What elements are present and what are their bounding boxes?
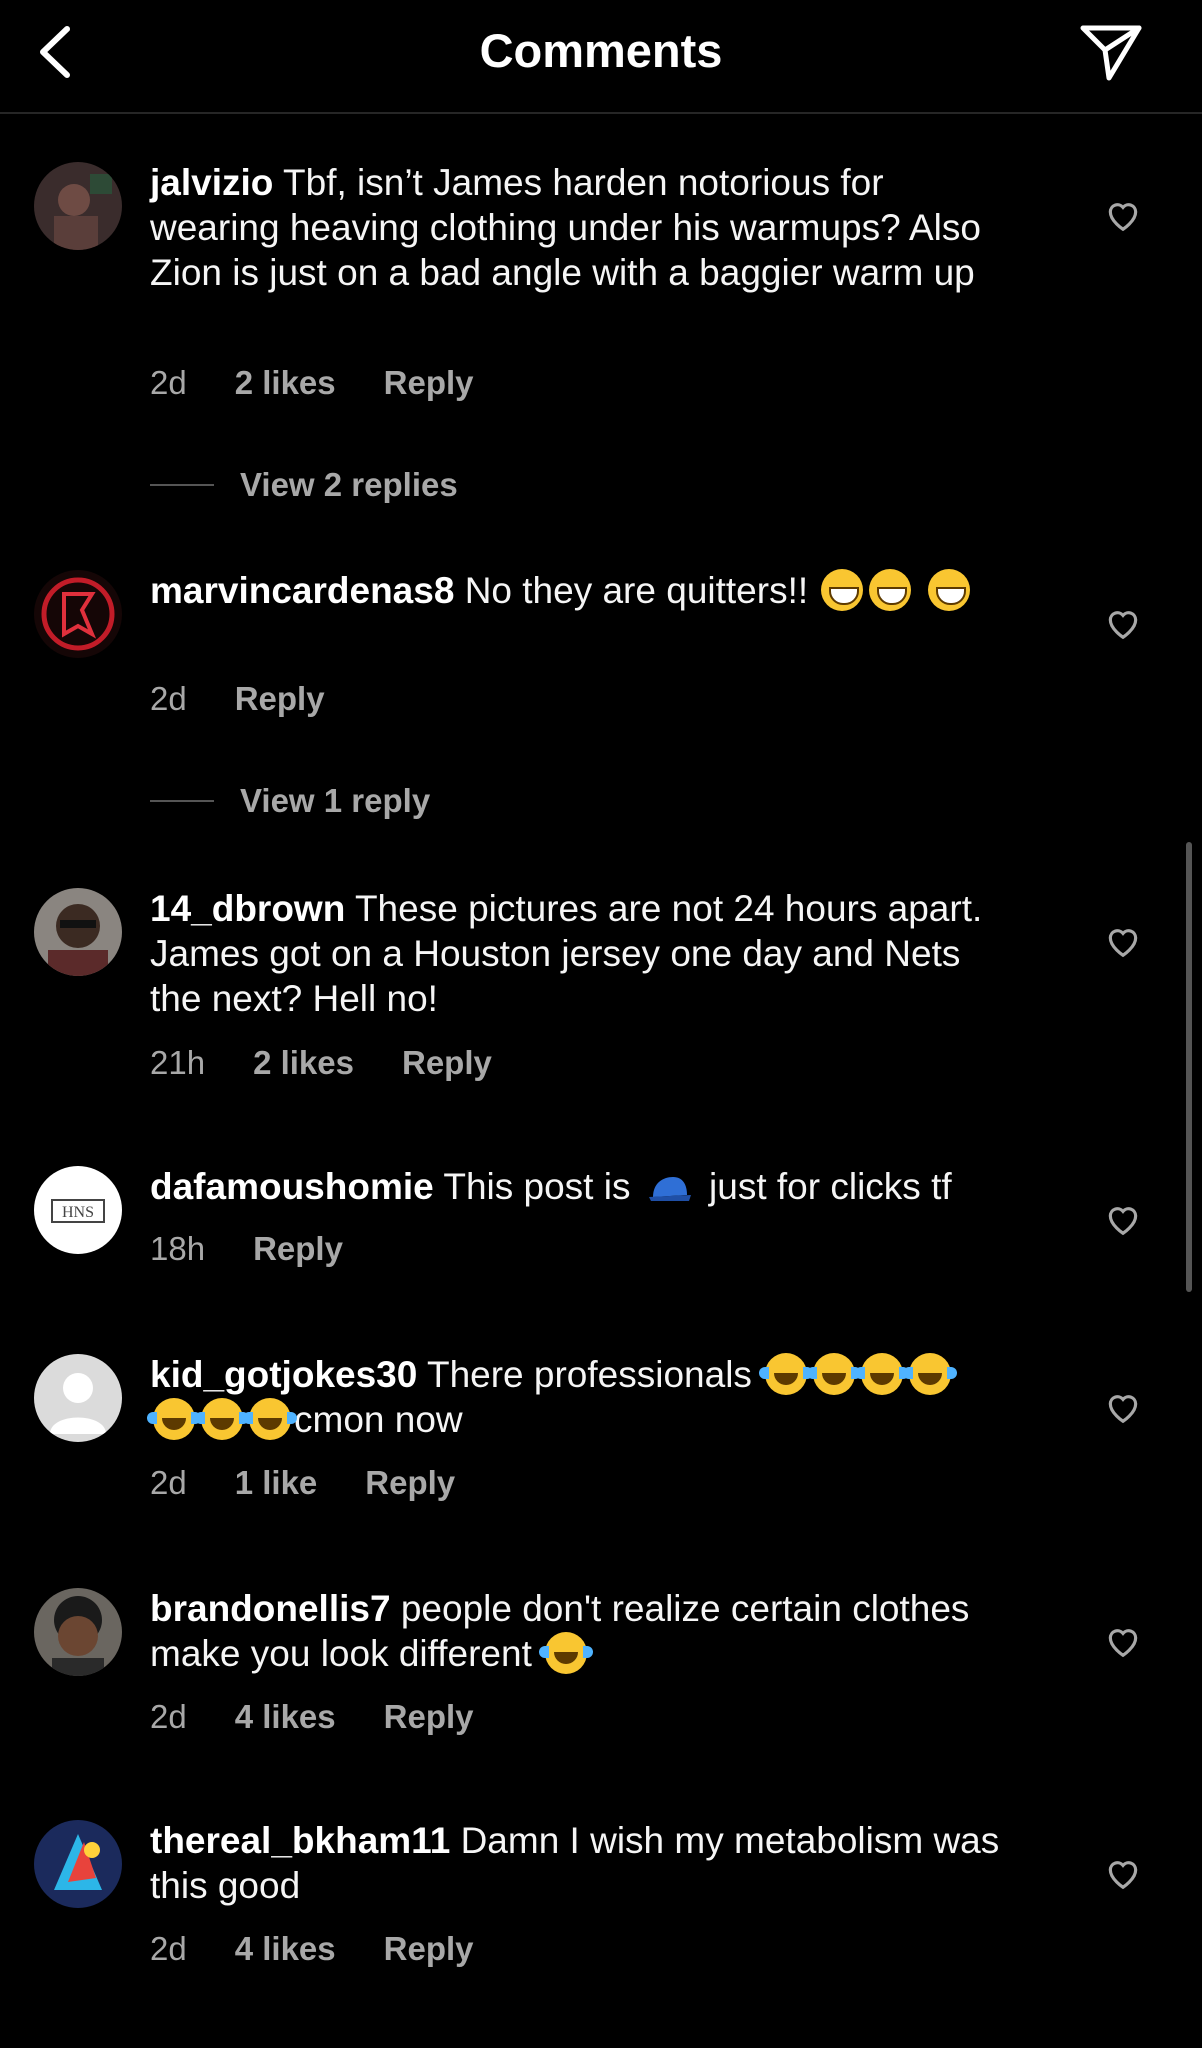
- avatar[interactable]: [34, 162, 122, 250]
- comment-body: This post is: [443, 1166, 631, 1207]
- heart-icon[interactable]: [1104, 1200, 1142, 1238]
- avatar[interactable]: HNS: [34, 1166, 122, 1254]
- tears-of-joy-emoji-icon: [807, 1353, 862, 1395]
- tears-of-joy-emoji-icon: [147, 1398, 201, 1440]
- comment-body-continued: just for clicks tf: [709, 1166, 952, 1207]
- comment-username[interactable]: thereal_bkham11: [150, 1820, 450, 1861]
- tears-of-joy-emoji-icon: [903, 1353, 958, 1395]
- svg-text:HNS: HNS: [62, 1204, 94, 1221]
- comment-username[interactable]: dafamoushomie: [150, 1166, 434, 1207]
- comment-text: jalvizio Tbf, isn’t James harden notorio…: [150, 160, 1010, 295]
- comment-text: brandonellis7 people don't realize certa…: [150, 1586, 1010, 1676]
- comment-likes[interactable]: 1 like: [235, 1464, 318, 1502]
- comment-time: 2d: [150, 1698, 187, 1735]
- view-replies-button[interactable]: View 1 reply: [150, 782, 430, 820]
- avatar[interactable]: [34, 1354, 122, 1442]
- comment-username[interactable]: marvincardenas8: [150, 570, 454, 611]
- comment-body-continued: cmon now: [294, 1399, 463, 1440]
- heart-icon[interactable]: [1104, 1622, 1142, 1660]
- reply-button[interactable]: Reply: [384, 1698, 474, 1736]
- avatar[interactable]: [34, 570, 122, 658]
- tears-of-joy-emoji-icon: [195, 1398, 249, 1440]
- reply-button[interactable]: Reply: [253, 1230, 343, 1268]
- page-title: Comments: [479, 24, 723, 77]
- view-replies-label: View 2 replies: [240, 466, 458, 503]
- comment-meta: 18h Reply: [150, 1230, 391, 1268]
- tears-of-joy-emoji-icon: [759, 1353, 814, 1395]
- grinning-emoji-icon: [821, 569, 864, 611]
- avatar[interactable]: [34, 888, 122, 976]
- comment-time: 2d: [150, 1930, 187, 1967]
- comment-meta: 2d 4 likes Reply: [150, 1698, 522, 1736]
- comment-body: There professionals: [426, 1354, 752, 1395]
- comment-time: 2d: [150, 364, 187, 401]
- comment-username[interactable]: brandonellis7: [150, 1588, 391, 1629]
- comment-text: 14_dbrown These pictures are not 24 hour…: [150, 886, 1010, 1021]
- comment-likes[interactable]: 4 likes: [235, 1698, 336, 1736]
- comment-body: No they are quitters!!: [464, 570, 809, 611]
- tears-of-joy-emoji-icon: [855, 1353, 910, 1395]
- comment-text: thereal_bkham11 Damn I wish my metabolis…: [150, 1818, 1010, 1908]
- reply-button[interactable]: Reply: [384, 1930, 474, 1968]
- heart-icon[interactable]: [1104, 1388, 1142, 1426]
- comment-time: 21h: [150, 1044, 206, 1081]
- view-replies-button[interactable]: View 2 replies: [150, 466, 458, 504]
- tears-of-joy-emoji-icon: [539, 1632, 594, 1674]
- reply-button[interactable]: Reply: [402, 1044, 492, 1082]
- comment-username[interactable]: jalvizio: [150, 162, 273, 203]
- tears-of-joy-emoji-icon: [243, 1398, 297, 1440]
- comment-meta: 2d Reply: [150, 680, 373, 718]
- comment-time: 2d: [150, 1464, 187, 1501]
- divider: [150, 484, 214, 486]
- comment-likes[interactable]: 2 likes: [253, 1044, 354, 1082]
- avatar[interactable]: [34, 1820, 122, 1908]
- comment-likes[interactable]: 2 likes: [235, 364, 336, 402]
- cap-emoji-icon: [648, 1177, 691, 1201]
- avatar[interactable]: [34, 1588, 122, 1676]
- comment-body: Tbf, isn’t James harden notorious for we…: [150, 162, 981, 293]
- comment-text: dafamoushomie This post is just for clic…: [150, 1164, 1010, 1209]
- heart-icon[interactable]: [1104, 196, 1142, 234]
- comment-username[interactable]: kid_gotjokes30: [150, 1354, 417, 1395]
- scrollbar[interactable]: [1186, 842, 1192, 1292]
- paper-plane-icon: [1080, 25, 1142, 81]
- reply-button[interactable]: Reply: [384, 364, 474, 402]
- share-button[interactable]: [1075, 16, 1147, 88]
- reply-button[interactable]: Reply: [235, 680, 325, 718]
- comment-time: 18h: [150, 1230, 206, 1267]
- comment-username[interactable]: 14_dbrown: [150, 888, 345, 929]
- grinning-emoji-icon: [869, 569, 912, 611]
- comment-meta: 2d 1 like Reply: [150, 1464, 503, 1502]
- comment-likes[interactable]: 4 likes: [235, 1930, 336, 1968]
- heart-icon[interactable]: [1104, 922, 1142, 960]
- comment-text: kid_gotjokes30 There professionals cmon …: [147, 1352, 1010, 1442]
- view-replies-label: View 1 reply: [240, 782, 431, 819]
- comment-meta: 21h 2 likes Reply: [150, 1044, 540, 1082]
- comment-meta: 2d 4 likes Reply: [150, 1930, 522, 1968]
- heart-icon[interactable]: [1104, 1854, 1142, 1892]
- reply-button[interactable]: Reply: [365, 1464, 455, 1502]
- heart-icon[interactable]: [1104, 604, 1142, 642]
- comment-meta: 2d 2 likes Reply: [150, 364, 522, 402]
- grinning-emoji-icon: [927, 569, 970, 611]
- divider: [150, 800, 214, 802]
- header-bar: Comments: [0, 0, 1202, 114]
- comment-time: 2d: [150, 680, 187, 717]
- comment-text: marvincardenas8 No they are quitters!!: [150, 568, 1010, 613]
